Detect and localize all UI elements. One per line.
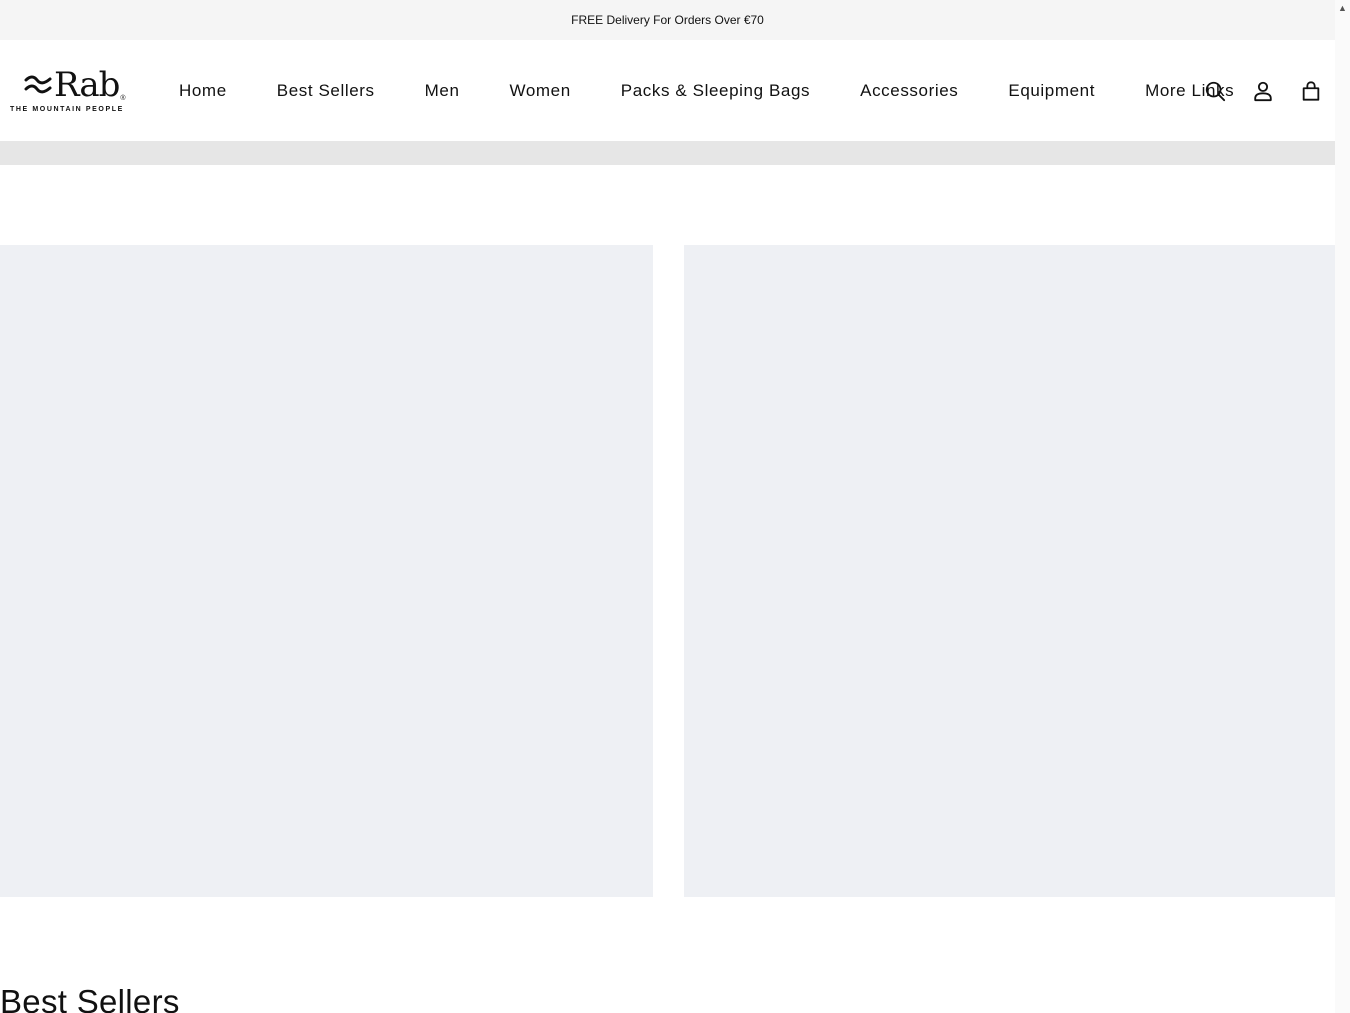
nav-item-equipment[interactable]: Equipment — [983, 81, 1120, 101]
site-header: Rab ® THE MOUNTAIN PEOPLE Home Best Selle… — [0, 40, 1335, 141]
announcement-bar: FREE Delivery For Orders Over €70 — [0, 0, 1335, 40]
nav-item-women[interactable]: Women — [485, 81, 596, 101]
cart-button[interactable] — [1287, 67, 1335, 115]
nav-item-home[interactable]: Home — [154, 81, 252, 101]
logo-waves-icon — [24, 75, 52, 94]
announcement-text: FREE Delivery For Orders Over €70 — [571, 13, 764, 27]
nav-item-best-sellers[interactable]: Best Sellers — [252, 81, 400, 101]
logo-tagline: THE MOUNTAIN PEOPLE — [10, 106, 124, 113]
search-icon — [1205, 81, 1226, 101]
header-divider-band — [0, 141, 1335, 165]
cart-icon — [1302, 80, 1320, 101]
best-sellers-heading: Best Sellers — [0, 983, 180, 1013]
promo-banner-right[interactable] — [684, 245, 1335, 897]
nav-item-men[interactable]: Men — [400, 81, 485, 101]
page: FREE Delivery For Orders Over €70 Rab ® T… — [0, 0, 1335, 1013]
header-actions — [1191, 40, 1335, 141]
logo-name: Rab — [54, 65, 120, 105]
account-icon — [1254, 81, 1272, 101]
page-scrollbar[interactable]: ▲ — [1335, 0, 1350, 1013]
promo-banner-left[interactable] — [0, 245, 653, 897]
logo-wordmark: Rab ® — [24, 66, 126, 102]
nav-item-packs-sleeping-bags[interactable]: Packs & Sleeping Bags — [596, 81, 835, 101]
search-button[interactable] — [1191, 67, 1239, 115]
nav-item-accessories[interactable]: Accessories — [835, 81, 983, 101]
logo-registered-mark: ® — [120, 95, 126, 102]
scroll-up-arrow-icon[interactable]: ▲ — [1335, 0, 1350, 16]
brand-logo[interactable]: Rab ® THE MOUNTAIN PEOPLE — [10, 66, 128, 116]
main-nav: Home Best Sellers Men Women Packs & Slee… — [154, 40, 1259, 141]
account-button[interactable] — [1239, 67, 1287, 115]
